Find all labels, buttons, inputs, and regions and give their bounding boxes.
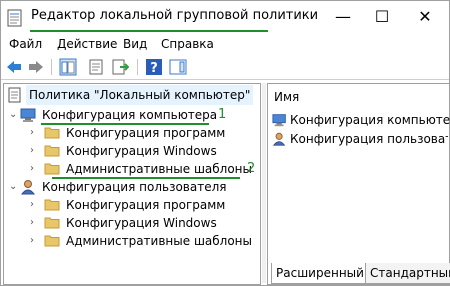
tree-item-label: Конфигурация программ xyxy=(66,126,226,140)
toolbar-separator xyxy=(51,59,52,75)
folder-icon xyxy=(44,163,60,175)
tree-pane[interactable]: Политика "Локальный компьютер" ⌄ Конфигу… xyxy=(3,83,261,285)
action-pane-icon[interactable] xyxy=(169,58,187,76)
maximize-button[interactable]: ☐ xyxy=(362,5,402,29)
tree-item-label: Конфигурация компьютера xyxy=(42,108,218,122)
tree-item[interactable]: › Конфигурация программ xyxy=(4,123,258,143)
tab-standard[interactable]: Стандартный xyxy=(365,263,450,284)
annotation-marker: 1 xyxy=(218,107,227,122)
tree-root-label: Политика "Локальный компьютер" xyxy=(26,85,254,105)
chevron-right-icon[interactable]: › xyxy=(30,141,40,161)
menu-action[interactable]: Действие xyxy=(57,37,117,51)
chevron-right-icon[interactable]: › xyxy=(30,195,40,215)
window-title: Редактор локальной групповой политики xyxy=(31,8,319,23)
forward-icon[interactable] xyxy=(27,58,45,76)
chevron-right-icon[interactable]: › xyxy=(30,159,40,179)
menu-bar: Файл Действие Вид Справка xyxy=(1,35,449,55)
minimize-button[interactable]: — xyxy=(323,5,363,29)
tree-item-label: Конфигурация Windows xyxy=(66,216,217,230)
svg-text:?: ? xyxy=(150,61,158,76)
menu-view[interactable]: Вид xyxy=(123,37,147,51)
chevron-right-icon[interactable]: › xyxy=(30,231,40,251)
tree-item[interactable]: › Конфигурация программ xyxy=(4,195,258,215)
tree-item-label: Административные шаблоны xyxy=(66,162,253,176)
folder-icon xyxy=(44,127,60,139)
list-item[interactable]: Конфигурация пользовате xyxy=(272,129,448,149)
view-tabs: Расширенный Стандартный xyxy=(267,263,450,285)
title-bar: Редактор локальной групповой политики — … xyxy=(1,1,449,35)
details-pane[interactable]: Имя Конфигурация компьютера Конфигурация… xyxy=(267,83,450,285)
help-icon[interactable]: ? xyxy=(145,58,163,76)
properties-icon[interactable] xyxy=(87,58,105,76)
annotation-marker: 2 xyxy=(247,161,256,176)
tree-item[interactable]: › Конфигурация Windows xyxy=(4,213,258,233)
computer-icon xyxy=(272,114,286,127)
tree-item-label: Конфигурация Windows xyxy=(66,144,217,158)
chevron-down-icon[interactable]: ⌄ xyxy=(9,177,19,197)
policy-document-icon xyxy=(8,87,21,103)
tree-item-user-config[interactable]: ⌄ Конфигурация пользователя xyxy=(4,177,258,197)
folder-icon xyxy=(44,145,60,157)
list-item-label: Конфигурация компьютера xyxy=(290,113,450,127)
tree-item-label: Конфигурация программ xyxy=(66,198,226,212)
tree-item-computer-config[interactable]: ⌄ Конфигурация компьютера 1 xyxy=(4,105,258,125)
tree-root[interactable]: Политика "Локальный компьютер" xyxy=(4,85,258,105)
title-annotation-line xyxy=(30,30,268,32)
window: Редактор локальной групповой политики — … xyxy=(0,0,450,286)
user-icon xyxy=(272,132,286,146)
toolbar-separator xyxy=(137,59,138,75)
user-icon xyxy=(20,180,36,195)
gpedit-app-icon xyxy=(7,9,22,27)
list-item[interactable]: Конфигурация компьютера xyxy=(272,110,450,130)
computer-icon xyxy=(20,108,36,122)
menu-help[interactable]: Справка xyxy=(161,37,214,51)
list-item-label: Конфигурация пользовате xyxy=(290,132,448,146)
chevron-right-icon[interactable]: › xyxy=(30,123,40,143)
column-header-name[interactable]: Имя xyxy=(274,90,299,104)
chevron-down-icon[interactable]: ⌄ xyxy=(9,105,19,125)
tree-item[interactable]: › Конфигурация Windows xyxy=(4,141,258,161)
export-list-icon[interactable] xyxy=(111,58,129,76)
close-button[interactable]: ✕ xyxy=(405,5,445,29)
tree-item-label: Конфигурация пользователя xyxy=(42,180,227,194)
folder-icon xyxy=(44,199,60,211)
tree-item-admin-templates[interactable]: › Административные шаблоны 2 xyxy=(4,159,258,179)
pane-splitter[interactable] xyxy=(262,83,266,283)
tree-item-label: Административные шаблоны xyxy=(66,234,253,248)
folder-icon xyxy=(44,235,60,247)
tab-extended[interactable]: Расширенный xyxy=(271,263,369,284)
tree-item[interactable]: › Административные шаблоны xyxy=(4,231,258,251)
back-icon[interactable] xyxy=(5,58,23,76)
toolbar: ? xyxy=(1,55,449,80)
folder-icon xyxy=(44,217,60,229)
show-hide-tree-icon[interactable] xyxy=(59,58,77,76)
chevron-right-icon[interactable]: › xyxy=(30,213,40,233)
menu-file[interactable]: Файл xyxy=(9,37,42,51)
